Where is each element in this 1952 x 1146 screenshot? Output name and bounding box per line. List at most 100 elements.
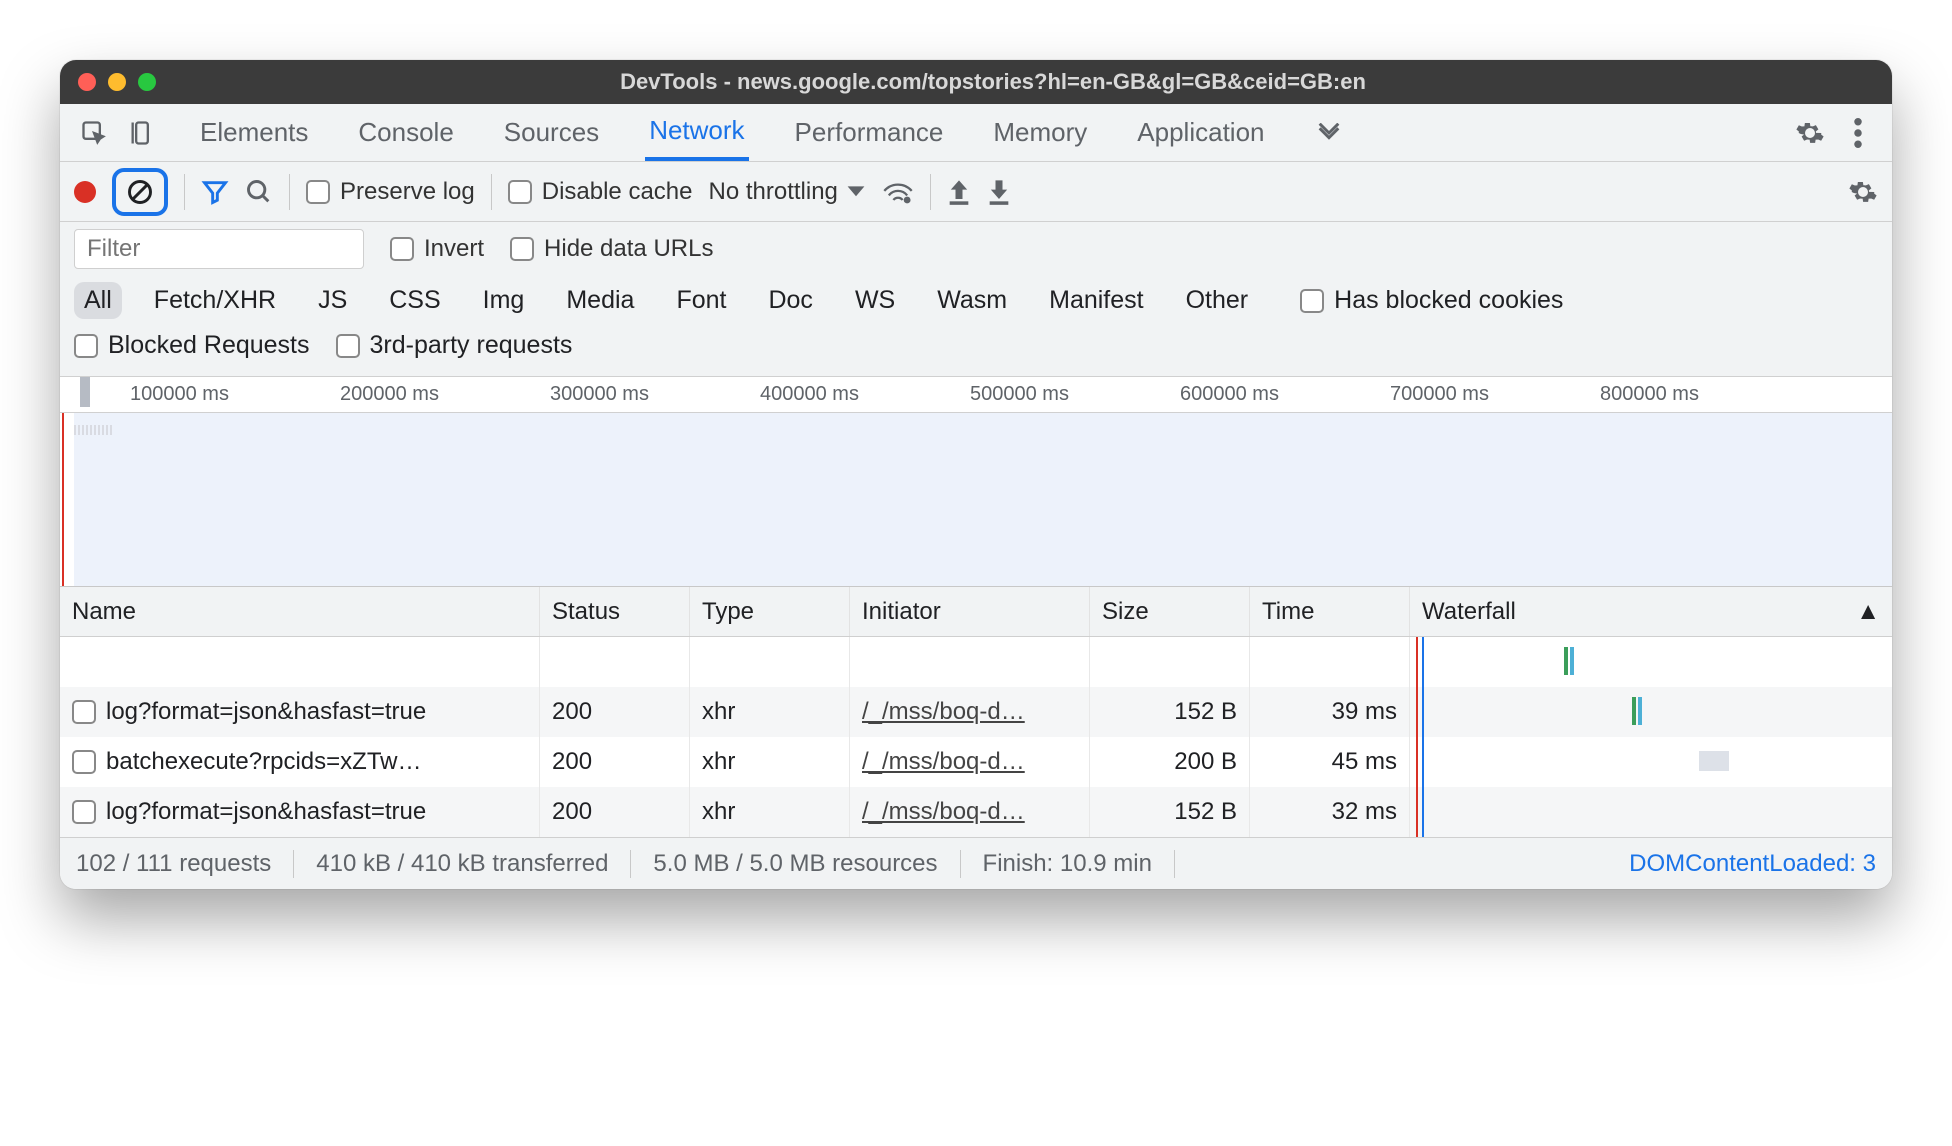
disable-cache-label: Disable cache: [542, 178, 693, 206]
clear-button-highlighted[interactable]: [112, 168, 168, 216]
ruler-tick: 500000 ms: [970, 383, 1069, 406]
network-toolbar: Preserve log Disable cache No throttling: [60, 162, 1892, 222]
tab-memory[interactable]: Memory: [989, 104, 1091, 161]
waterfall-cell: [1410, 687, 1892, 737]
table-row[interactable]: batchexecute?rpcids=xZTw… 200 xhr /_/mss…: [60, 737, 1892, 787]
type-all[interactable]: All: [74, 282, 122, 319]
type-fetch-xhr[interactable]: Fetch/XHR: [144, 282, 286, 319]
filter-input[interactable]: [74, 229, 364, 269]
download-har-icon[interactable]: [987, 178, 1011, 206]
ruler-tick: 800000 ms: [1600, 383, 1699, 406]
record-button[interactable]: [74, 181, 96, 203]
divider: [491, 174, 492, 210]
divider: [289, 174, 290, 210]
ruler-tick: 400000 ms: [760, 383, 859, 406]
device-toolbar-icon[interactable]: [118, 109, 166, 157]
row-checkbox-icon[interactable]: [72, 700, 96, 724]
request-name: log?format=json&hasfast=true: [106, 698, 426, 726]
type-font[interactable]: Font: [666, 282, 736, 319]
inspect-element-icon[interactable]: [70, 109, 118, 157]
col-type[interactable]: Type: [690, 587, 850, 636]
type-wasm[interactable]: Wasm: [927, 282, 1017, 319]
resource-type-filters: All Fetch/XHR JS CSS Img Media Font Doc …: [60, 276, 1892, 325]
tab-network[interactable]: Network: [645, 104, 748, 161]
ruler-tick: 200000 ms: [340, 383, 439, 406]
col-initiator[interactable]: Initiator: [850, 587, 1090, 636]
request-status: 200: [540, 737, 690, 787]
upload-har-icon[interactable]: [947, 178, 971, 206]
third-party-requests-checkbox[interactable]: 3rd-party requests: [336, 331, 573, 360]
tab-console[interactable]: Console: [354, 104, 457, 161]
sort-indicator-icon: ▲: [1856, 598, 1880, 626]
invert-label: Invert: [424, 235, 484, 263]
preserve-log-checkbox[interactable]: Preserve log: [306, 178, 475, 206]
col-time[interactable]: Time: [1250, 587, 1410, 636]
table-row[interactable]: log?format=json&hasfast=true 200 xhr /_/…: [60, 687, 1892, 737]
type-manifest[interactable]: Manifest: [1039, 282, 1153, 319]
table-row[interactable]: log?format=json&hasfast=true 200 xhr /_/…: [60, 787, 1892, 837]
table-row-empty: [60, 637, 1892, 687]
filter-funnel-icon[interactable]: [201, 178, 229, 206]
blocked-requests-checkbox[interactable]: Blocked Requests: [74, 331, 310, 360]
window-titlebar: DevTools - news.google.com/topstories?hl…: [60, 60, 1892, 104]
hide-data-urls-checkbox[interactable]: Hide data URLs: [510, 235, 713, 263]
invert-checkbox[interactable]: Invert: [390, 235, 484, 263]
request-status: 200: [540, 787, 690, 837]
request-type: xhr: [690, 687, 850, 737]
divider: [930, 174, 931, 210]
has-blocked-cookies-checkbox[interactable]: Has blocked cookies: [1300, 286, 1563, 315]
tab-sources[interactable]: Sources: [500, 104, 603, 161]
close-window-button[interactable]: [78, 73, 96, 91]
col-status[interactable]: Status: [540, 587, 690, 636]
ruler-tick: 600000 ms: [1180, 383, 1279, 406]
tab-performance[interactable]: Performance: [791, 104, 948, 161]
tab-elements[interactable]: Elements: [196, 104, 312, 161]
kebab-menu-icon[interactable]: [1834, 109, 1882, 157]
request-initiator-link[interactable]: /_/mss/boq-d…: [862, 698, 1025, 726]
request-initiator-link[interactable]: /_/mss/boq-d…: [862, 748, 1025, 776]
type-media[interactable]: Media: [556, 282, 644, 319]
tab-application[interactable]: Application: [1133, 104, 1268, 161]
waterfall-cell: [1410, 737, 1892, 787]
request-status: 200: [540, 687, 690, 737]
divider: [184, 174, 185, 210]
hide-data-urls-label: Hide data URLs: [544, 235, 713, 263]
disable-cache-checkbox[interactable]: Disable cache: [508, 178, 693, 206]
panel-tabs: Elements Console Sources Network Perform…: [196, 104, 1347, 161]
throttling-value: No throttling: [708, 178, 837, 206]
ruler-tick: 700000 ms: [1390, 383, 1489, 406]
request-initiator-link[interactable]: /_/mss/boq-d…: [862, 798, 1025, 826]
tab-more[interactable]: [1311, 104, 1347, 161]
row-checkbox-icon[interactable]: [72, 800, 96, 824]
col-waterfall[interactable]: Waterfall▲: [1410, 587, 1892, 636]
window-title: DevTools - news.google.com/topstories?hl…: [174, 69, 1892, 95]
timeline-ruler: 100000 ms 200000 ms 300000 ms 400000 ms …: [60, 377, 1892, 413]
settings-gear-icon[interactable]: [1786, 109, 1834, 157]
col-size[interactable]: Size: [1090, 587, 1250, 636]
type-img[interactable]: Img: [473, 282, 535, 319]
type-doc[interactable]: Doc: [758, 282, 822, 319]
timeline-overview[interactable]: 100000 ms 200000 ms 300000 ms 400000 ms …: [60, 377, 1892, 587]
request-time: 45 ms: [1250, 737, 1410, 787]
request-name: batchexecute?rpcids=xZTw…: [106, 748, 421, 776]
timeline-selection-marker: [80, 377, 90, 407]
status-requests: 102 / 111 requests: [76, 850, 294, 878]
status-transferred: 410 kB / 410 kB transferred: [294, 850, 631, 878]
zoom-window-button[interactable]: [138, 73, 156, 91]
status-domcontentloaded: DOMContentLoaded: 3: [1607, 850, 1876, 878]
request-size: 152 B: [1090, 787, 1250, 837]
network-table-body: log?format=json&hasfast=true 200 xhr /_/…: [60, 637, 1892, 837]
minimize-window-button[interactable]: [108, 73, 126, 91]
type-other[interactable]: Other: [1176, 282, 1259, 319]
network-settings-gear-icon[interactable]: [1848, 177, 1878, 207]
throttling-dropdown[interactable]: No throttling: [708, 178, 865, 206]
search-icon[interactable]: [245, 178, 273, 206]
type-js[interactable]: JS: [308, 282, 357, 319]
col-name[interactable]: Name: [60, 587, 540, 636]
row-checkbox-icon[interactable]: [72, 750, 96, 774]
request-size: 152 B: [1090, 687, 1250, 737]
network-conditions-icon[interactable]: [882, 179, 914, 205]
type-ws[interactable]: WS: [845, 282, 905, 319]
type-css[interactable]: CSS: [379, 282, 450, 319]
window-controls: [60, 73, 174, 91]
